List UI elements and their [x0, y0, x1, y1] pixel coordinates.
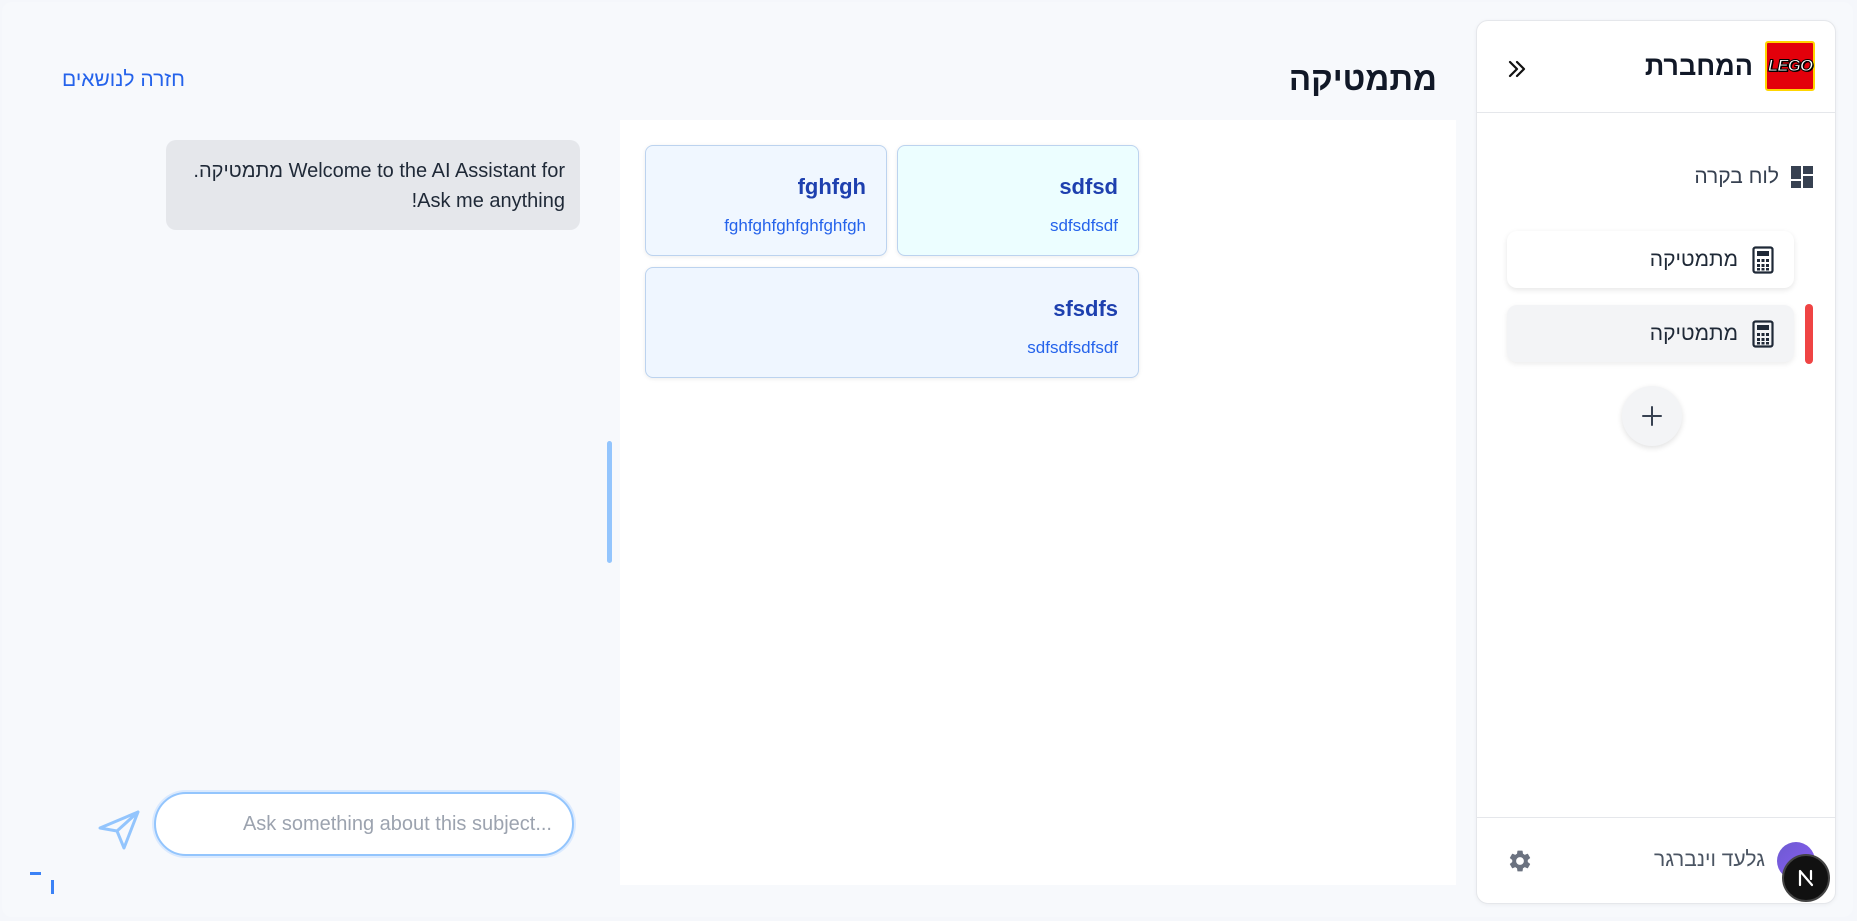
gear-icon	[1509, 850, 1531, 872]
sidebar-item-subject-active[interactable]: מתמטיקה	[1507, 305, 1794, 362]
logo-text: LEGO	[1767, 56, 1813, 76]
active-subject-indicator	[1805, 304, 1813, 364]
sidebar-item-subject[interactable]: מתמטיקה	[1507, 231, 1794, 288]
send-icon	[98, 810, 140, 850]
back-to-subjects-link[interactable]: חזרה לנושאים	[62, 68, 185, 92]
sidebar-item-dashboard[interactable]: לוח בקרה	[1694, 157, 1815, 197]
calculator-icon	[1752, 319, 1774, 348]
subject-label: מתמטיקה	[1649, 321, 1738, 345]
panel-resize-handle[interactable]	[607, 441, 612, 563]
card-title: sfsdfs	[1053, 296, 1118, 321]
sidebar: LEGO המחברת לוח בקרה מתמטיקה מתמטיקה גלע…	[1476, 20, 1836, 904]
card-title: sdfsd	[1059, 174, 1118, 199]
plus-icon	[1642, 406, 1662, 426]
loading-indicator-icon	[30, 872, 54, 894]
double-chevron-right-icon	[1508, 60, 1526, 78]
subject-label: מתמטיקה	[1649, 247, 1738, 271]
next-logo-icon	[1798, 869, 1814, 887]
settings-button[interactable]	[1507, 848, 1533, 874]
card-description: sdfsdfsdfsdf	[1027, 338, 1118, 357]
card-description: fghfghfghfghfghfgh	[724, 216, 866, 235]
cards-panel: sdfsd sdfsdfsdf fghfgh fghfghfghfghfghfg…	[620, 120, 1456, 885]
lego-logo: LEGO	[1765, 41, 1815, 91]
calculator-icon	[1752, 245, 1774, 274]
send-button[interactable]	[96, 806, 142, 852]
topic-card[interactable]: sfsdfs sdfsdfsdfsdf	[645, 267, 1139, 378]
card-title: fghfgh	[797, 174, 866, 199]
sidebar-header: LEGO המחברת	[1477, 21, 1835, 113]
user-name: גלעד וינברגר	[1654, 848, 1765, 871]
add-subject-button[interactable]	[1622, 386, 1682, 446]
next-dev-indicator[interactable]	[1782, 854, 1830, 902]
chat-input[interactable]	[154, 792, 574, 856]
topic-card[interactable]: fghfgh fghfghfghfghfghfgh	[645, 145, 887, 256]
collapse-sidebar-button[interactable]	[1503, 55, 1531, 83]
topic-card[interactable]: sdfsd sdfsdfsdf	[897, 145, 1139, 256]
assistant-welcome-message: Welcome to the AI Assistant for מתמטיקה.…	[166, 140, 580, 230]
dashboard-label: לוח בקרה	[1694, 165, 1779, 188]
sidebar-footer: גלעד וינברגר	[1477, 817, 1835, 903]
brand-name: המחברת	[1644, 51, 1753, 81]
card-description: sdfsdfsdf	[1049, 216, 1118, 235]
dashboard-icon	[1791, 166, 1813, 188]
page-title: מתמטיקה	[1288, 60, 1437, 97]
